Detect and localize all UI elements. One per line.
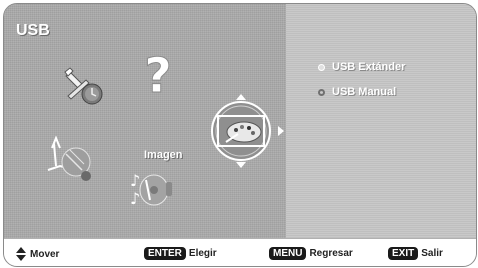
footer-bar: Mover ENTER Elegir MENU Regresar EXIT Sa… — [4, 238, 476, 266]
tv-menu-screen: USB ? Imagen ♪ ♪ USB Extánder USB Manual… — [3, 3, 477, 267]
center-item-label: Imagen — [144, 149, 183, 161]
icon-panel: USB ? Imagen ♪ ♪ — [4, 4, 286, 238]
menu-item-label: USB Extánder — [332, 61, 406, 73]
radio-bullet-icon — [318, 88, 325, 96]
footer-menu[interactable]: MENU Regresar — [269, 247, 353, 260]
footer-enter[interactable]: ENTER Elegir — [144, 247, 217, 260]
menu-item-label: USB Manual — [332, 86, 397, 98]
menu-key[interactable]: MENU — [269, 247, 307, 260]
submenu-panel: USB Extánder USB Manual — [286, 4, 476, 238]
svg-text:♪: ♪ — [130, 171, 140, 190]
up-down-arrows-icon — [16, 247, 26, 261]
move-label: Mover — [30, 248, 60, 260]
menu-title: USB — [16, 22, 50, 39]
menu-item-usb-manual[interactable]: USB Manual — [318, 86, 396, 98]
footer-exit[interactable]: EXIT Salir — [388, 247, 443, 260]
palette-icon[interactable] — [204, 92, 286, 170]
footer-move: Mover — [16, 247, 59, 261]
question-mark-icon[interactable]: ? — [140, 48, 176, 100]
enter-key[interactable]: ENTER — [144, 247, 186, 260]
exit-label: Salir — [421, 248, 443, 259]
exit-key[interactable]: EXIT — [388, 247, 419, 260]
menu-label: Regresar — [309, 248, 353, 259]
music-icon[interactable]: ♪ ♪ — [122, 166, 186, 212]
svg-text:♪: ♪ — [130, 189, 140, 208]
tools-icon[interactable] — [62, 66, 108, 110]
menu-item-usb-extander[interactable]: USB Extánder — [318, 61, 405, 73]
antenna-icon[interactable] — [46, 136, 100, 186]
svg-text:?: ? — [144, 48, 172, 100]
selected-bullet-icon — [318, 63, 325, 71]
enter-label: Elegir — [188, 248, 217, 259]
